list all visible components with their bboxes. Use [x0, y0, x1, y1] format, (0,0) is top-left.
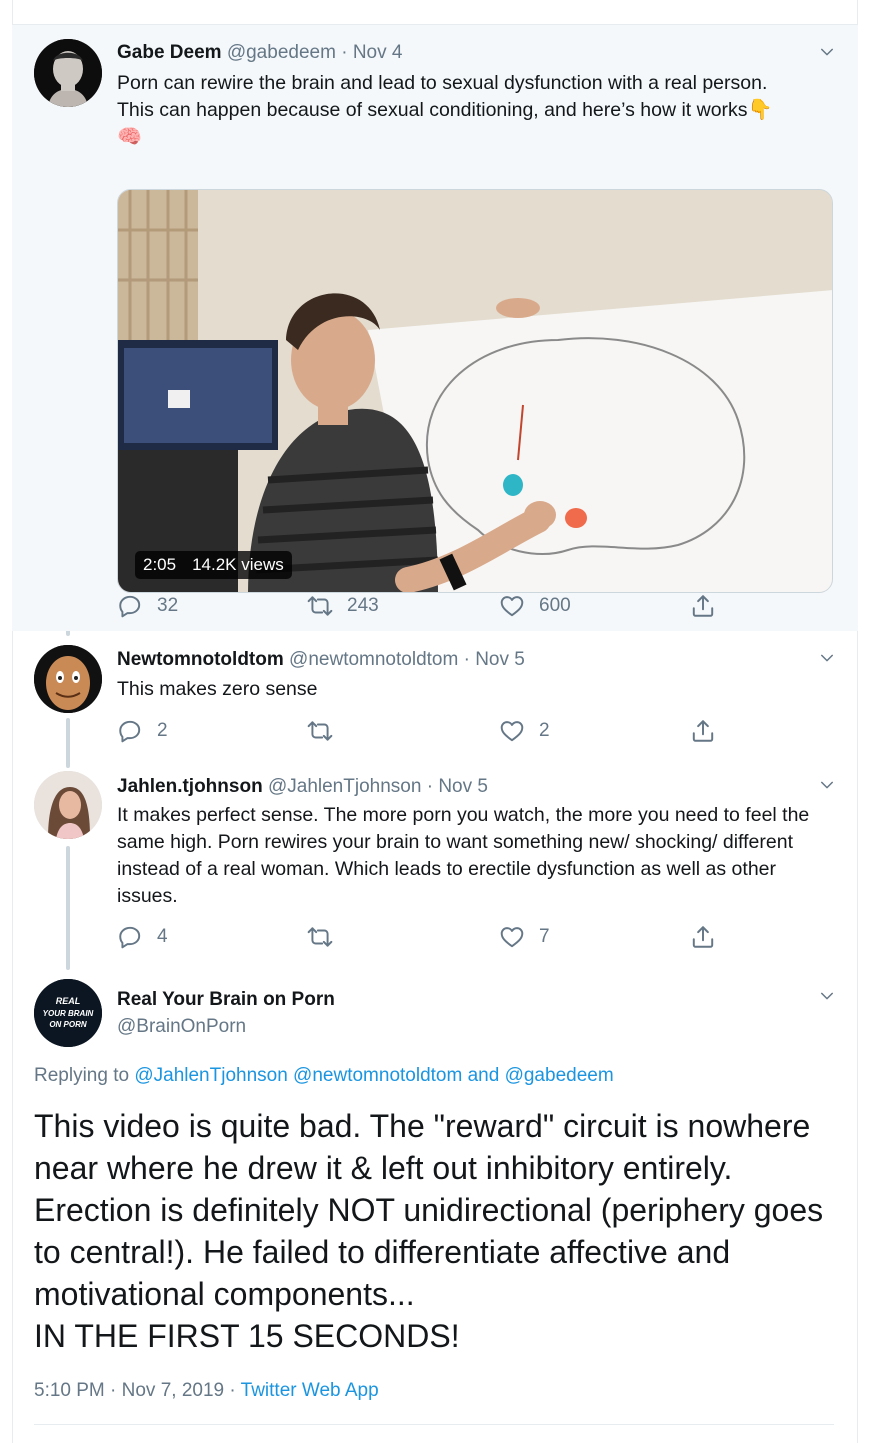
tweet-header: Jahlen.tjohnson @JahlenTjohnson · Nov 5 [117, 775, 488, 799]
avatar-text-line: ON PORN [49, 1020, 87, 1029]
display-name[interactable]: Gabe Deem [117, 42, 222, 63]
replying-to-users-link[interactable]: @JahlenTjohnson @newtomnotoldtom and @ga… [134, 1065, 613, 1086]
tweet-actions: 32 243 600 [117, 592, 737, 620]
reply-count: 2 [157, 720, 168, 741]
video-thumbnail [118, 190, 832, 592]
tweet-text: It makes perfect sense. The more porn yo… [117, 804, 810, 907]
share-button[interactable] [690, 717, 716, 745]
video-duration: 2:05 [143, 555, 177, 574]
user-handle[interactable]: @JahlenTjohnson [268, 776, 421, 797]
like-icon [499, 593, 525, 619]
main-tweet: REAL YOUR BRAIN ON PORN Real Your Brain … [12, 969, 858, 1443]
tweet-date[interactable]: Nov 5 [475, 649, 525, 670]
retweet-icon [307, 593, 333, 619]
tweet-meta: 5:10 PM · Nov 7, 2019 · Twitter Web App [34, 1380, 379, 1402]
like-button[interactable]: 2 [499, 717, 550, 745]
share-icon [690, 593, 716, 619]
reply-count: 4 [157, 926, 168, 947]
main-tweet-text: This video is quite bad. The "reward" ci… [34, 1108, 824, 1354]
like-button[interactable]: 7 [499, 923, 550, 951]
separator-dot: · [341, 42, 348, 63]
tweet-text: Porn can rewire the brain and lead to se… [117, 70, 837, 151]
retweet-button[interactable]: 243 [307, 592, 379, 620]
share-icon [690, 924, 716, 950]
tweet-text-line: This can happen because of sexual condit… [117, 97, 837, 124]
divider [34, 1424, 834, 1425]
retweet-count: 243 [347, 595, 379, 616]
retweet-icon [307, 924, 333, 950]
reply-button[interactable]: 4 [117, 923, 168, 951]
display-name[interactable]: Jahlen.tjohnson [117, 776, 263, 797]
share-button[interactable] [690, 923, 716, 951]
tweet-header: Newtomnotoldtom @newtomnotoldtom · Nov 5 [117, 648, 525, 672]
avatar-jahlen-tjohnson[interactable] [34, 771, 102, 839]
user-handle[interactable]: @BrainOnPorn [117, 1015, 246, 1039]
like-icon [499, 718, 525, 744]
display-name[interactable]: Newtomnotoldtom [117, 649, 284, 670]
avatar-gabe-deem[interactable] [34, 39, 102, 107]
tweet-timestamp[interactable]: 5:10 PM · Nov 7, 2019 · [34, 1380, 236, 1401]
display-name[interactable]: Real Your Brain on Porn [117, 988, 335, 1012]
avatar-newtomnotoldtom[interactable] [34, 645, 102, 713]
replying-label: Replying to [34, 1065, 130, 1086]
tweet-jahlen-tjohnson[interactable]: Jahlen.tjohnson @JahlenTjohnson · Nov 5 … [12, 757, 858, 969]
reply-count: 32 [157, 595, 179, 616]
tweet-text-segment: This can happen because of sexual condit… [117, 99, 748, 121]
tweet-newtomnotoldtom[interactable]: Newtomnotoldtom @newtomnotoldtom · Nov 5… [12, 631, 858, 757]
chevron-down-icon[interactable] [818, 649, 836, 667]
reply-icon [117, 924, 143, 950]
share-button[interactable] [690, 592, 716, 620]
chevron-down-icon[interactable] [818, 776, 836, 794]
like-button[interactable]: 600 [499, 592, 571, 620]
like-count: 600 [539, 595, 571, 616]
chevron-down-icon[interactable] [818, 43, 836, 61]
reply-icon [117, 593, 143, 619]
tweet-actions: 4 7 [117, 923, 737, 951]
avatar-brain-on-porn[interactable]: REAL YOUR BRAIN ON PORN [34, 979, 102, 1047]
tweet-header: Gabe Deem @gabedeem · Nov 4 [117, 41, 402, 65]
replying-to: Replying to @JahlenTjohnson @newtomnotol… [34, 1065, 614, 1087]
separator-dot: · [463, 649, 470, 670]
tweet-text: This makes zero sense [117, 678, 318, 700]
separator-dot: · [426, 776, 434, 797]
like-count: 7 [539, 926, 550, 947]
user-handle[interactable]: @newtomnotoldtom [289, 649, 458, 670]
video-player[interactable]: 2:05 14.2K views [117, 189, 833, 593]
avatar-text-line: YOUR BRAIN [43, 1009, 94, 1018]
video-views: 14.2K views [192, 555, 284, 574]
user-handle[interactable]: @gabedeem [227, 42, 336, 63]
tweet-gabe-deem[interactable]: Gabe Deem @gabedeem · Nov 4 Porn can rew… [12, 25, 858, 631]
tweet-source-link[interactable]: Twitter Web App [241, 1380, 379, 1401]
reply-button[interactable]: 2 [117, 717, 168, 745]
tweet-actions: 2 2 [117, 717, 737, 745]
reply-button[interactable]: 32 [117, 592, 178, 620]
video-badge: 2:05 14.2K views [135, 551, 292, 579]
tweet-text-line: Porn can rewire the brain and lead to se… [117, 72, 768, 94]
avatar-text-line: REAL [56, 996, 81, 1006]
retweet-icon [307, 718, 333, 744]
tweet-date[interactable]: Nov 5 [438, 776, 488, 797]
reply-icon [117, 718, 143, 744]
tweet-date[interactable]: Nov 4 [353, 42, 403, 63]
like-count: 2 [539, 720, 550, 741]
brain-emoji: 🧠 [117, 126, 142, 148]
retweet-button[interactable] [307, 717, 347, 745]
retweet-button[interactable] [307, 923, 347, 951]
share-icon [690, 718, 716, 744]
pointing-down-emoji: 👇 [747, 99, 773, 121]
like-icon [499, 924, 525, 950]
chevron-down-icon[interactable] [818, 987, 836, 1005]
